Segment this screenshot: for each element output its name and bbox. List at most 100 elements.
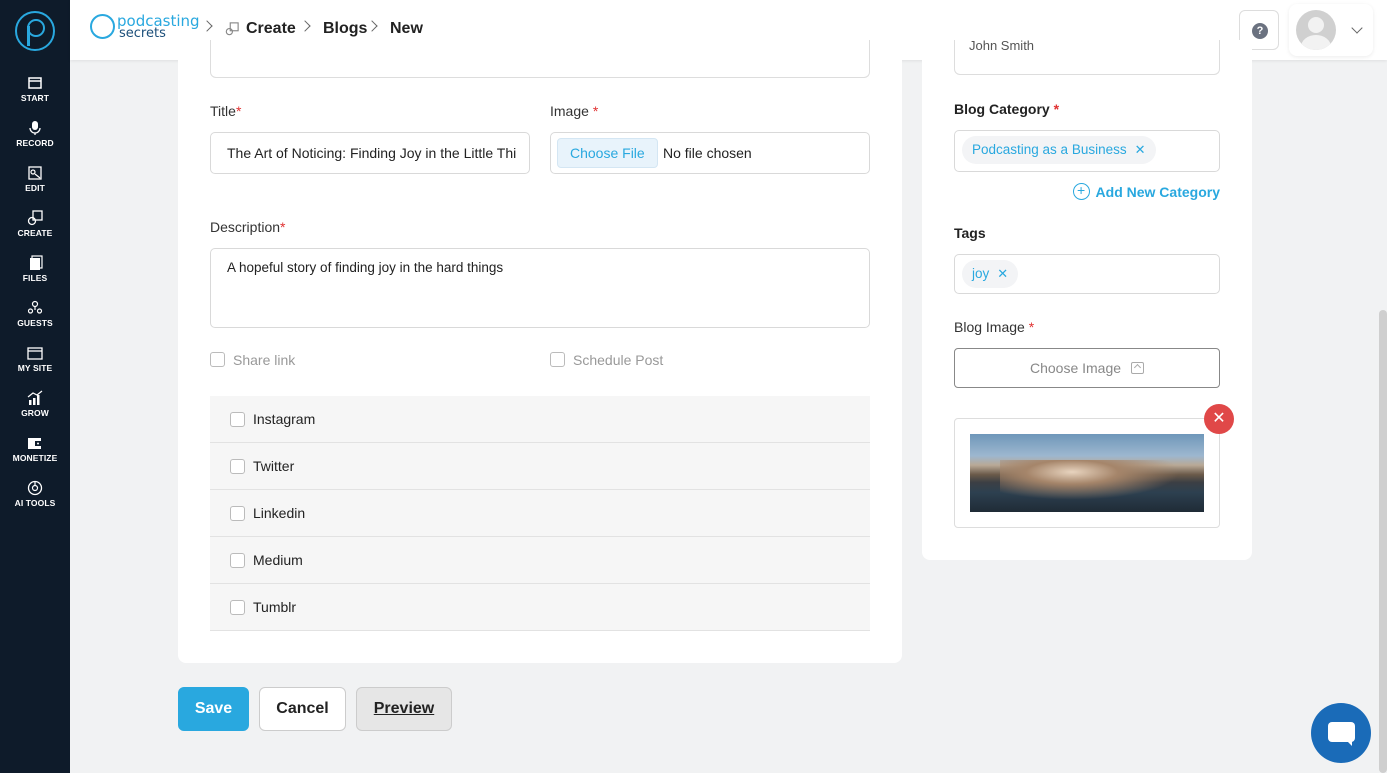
share-link-label: Share link bbox=[233, 352, 296, 368]
sidebar-item-label: CREATE bbox=[17, 228, 53, 238]
sidebar-item-monetize[interactable]: MONETIZE bbox=[0, 435, 70, 463]
mountain-landscape-image bbox=[970, 434, 1204, 512]
user-menu[interactable] bbox=[1289, 4, 1373, 56]
sidebar-item-label: FILES bbox=[22, 273, 48, 283]
chevron-right-icon bbox=[201, 20, 213, 32]
plus-circle-icon: + bbox=[1072, 183, 1090, 200]
close-icon: ✕ bbox=[1212, 410, 1226, 427]
social-label: Instagram bbox=[253, 411, 316, 427]
add-new-category-label: Add New Category bbox=[1095, 183, 1220, 200]
no-file-text: No file chosen bbox=[663, 145, 752, 161]
chevron-right-icon bbox=[366, 20, 378, 32]
social-label: Twitter bbox=[253, 458, 295, 474]
remove-tag-icon[interactable]: ✕ bbox=[997, 266, 1008, 281]
author-select[interactable]: John Smith bbox=[954, 40, 1220, 75]
ai-tools-icon bbox=[27, 480, 43, 496]
blog-category-select[interactable]: Podcasting as a Business ✕ bbox=[954, 130, 1220, 172]
title-label: Title* bbox=[210, 103, 242, 119]
author-value: John Smith bbox=[969, 40, 1035, 53]
medium-checkbox[interactable] bbox=[230, 553, 245, 568]
sidebar-item-edit[interactable]: EDIT bbox=[0, 165, 70, 193]
grow-icon bbox=[27, 390, 43, 405]
preview-button[interactable]: Preview bbox=[356, 687, 452, 731]
avatar bbox=[1296, 10, 1336, 50]
share-link-checkbox[interactable] bbox=[210, 352, 225, 367]
monetize-icon bbox=[28, 438, 42, 449]
app-logo-icon[interactable] bbox=[15, 11, 55, 51]
blog-image-label: Blog Image * bbox=[954, 319, 1035, 335]
sidebar-item-label: MY SITE bbox=[17, 363, 53, 373]
sidebar-item-label: GROW bbox=[21, 408, 49, 418]
social-row-instagram[interactable]: Instagram bbox=[210, 396, 870, 443]
blog-image-preview bbox=[954, 418, 1220, 528]
breadcrumb-create[interactable]: Create bbox=[246, 20, 296, 38]
files-icon bbox=[30, 255, 43, 270]
page-scrollbar[interactable] bbox=[1379, 310, 1387, 773]
schedule-post-label: Schedule Post bbox=[573, 352, 664, 368]
brand-mark-icon bbox=[90, 14, 115, 39]
save-button[interactable]: Save bbox=[178, 687, 249, 731]
social-label: Tumblr bbox=[253, 599, 297, 615]
sidebar-item-guests[interactable]: GUESTS bbox=[0, 300, 70, 328]
schedule-post-checkbox[interactable] bbox=[550, 352, 565, 367]
chevron-down-icon bbox=[1351, 22, 1363, 34]
sidebar-item-label: EDIT bbox=[25, 183, 45, 193]
my-site-icon bbox=[27, 347, 43, 360]
start-icon bbox=[28, 77, 42, 89]
social-row-medium[interactable]: Medium bbox=[210, 537, 870, 584]
upload-icon bbox=[1131, 362, 1145, 374]
create-icon bbox=[27, 210, 43, 226]
author-field[interactable] bbox=[210, 40, 870, 78]
choose-file-button[interactable]: Choose File bbox=[557, 138, 658, 168]
sidebar-item-files[interactable]: FILES bbox=[0, 255, 70, 283]
guests-icon bbox=[27, 300, 43, 314]
edit-icon bbox=[28, 166, 42, 180]
tags-input[interactable]: joy ✕ bbox=[954, 254, 1220, 294]
breadcrumb-new: New bbox=[390, 20, 423, 37]
sidebar: START RECORD EDIT CREATE FILES GUESTS MY… bbox=[0, 0, 70, 773]
help-icon: ? bbox=[1252, 23, 1268, 39]
description-textarea[interactable]: A hopeful story of finding joy in the ha… bbox=[210, 248, 870, 328]
blog-category-label: Blog Category * bbox=[954, 101, 1060, 117]
tags-label: Tags bbox=[954, 225, 986, 241]
instagram-checkbox[interactable] bbox=[230, 412, 245, 427]
twitter-checkbox[interactable] bbox=[230, 459, 245, 474]
chat-widget-button[interactable] bbox=[1311, 703, 1371, 763]
choose-image-button[interactable]: Choose Image bbox=[954, 348, 1220, 388]
sidebar-item-record[interactable]: RECORD bbox=[0, 120, 70, 148]
cancel-button[interactable]: Cancel bbox=[259, 687, 346, 731]
remove-image-button[interactable]: ✕ bbox=[1204, 404, 1234, 434]
brand-name-line2: secrets bbox=[119, 26, 166, 41]
blog-settings-panel: John Smith Blog Category * Podcasting as… bbox=[922, 40, 1252, 560]
linkedin-checkbox[interactable] bbox=[230, 506, 245, 521]
social-label: Medium bbox=[253, 552, 303, 568]
choose-image-label: Choose Image bbox=[1029, 360, 1122, 376]
chat-icon bbox=[1328, 722, 1355, 746]
description-label: Description* bbox=[210, 219, 286, 235]
category-chip: Podcasting as a Business ✕ bbox=[962, 136, 1156, 164]
social-row-tumblr[interactable]: Tumblr bbox=[210, 584, 870, 631]
sidebar-item-create[interactable]: CREATE bbox=[0, 210, 70, 238]
image-label: Image * bbox=[550, 103, 599, 119]
breadcrumb-blogs[interactable]: Blogs bbox=[323, 20, 367, 38]
add-new-category-link[interactable]: + Add New Category bbox=[1072, 183, 1220, 200]
sidebar-item-label: AI TOOLS bbox=[14, 498, 56, 508]
image-file-input[interactable]: Choose File No file chosen bbox=[550, 132, 870, 174]
sidebar-item-label: START bbox=[20, 93, 50, 103]
title-input[interactable]: The Art of Noticing: Finding Joy in the … bbox=[210, 132, 530, 174]
sidebar-item-grow[interactable]: GROW bbox=[0, 390, 70, 418]
tag-chip: joy ✕ bbox=[962, 260, 1019, 288]
blog-form-card: Title* The Art of Noticing: Finding Joy … bbox=[178, 40, 902, 663]
microphone-icon bbox=[29, 121, 41, 135]
remove-chip-icon[interactable]: ✕ bbox=[1135, 142, 1146, 157]
social-label: Linkedin bbox=[253, 505, 306, 521]
social-row-twitter[interactable]: Twitter bbox=[210, 443, 870, 490]
sidebar-item-start[interactable]: START bbox=[0, 75, 70, 103]
create-icon bbox=[225, 22, 239, 36]
sidebar-item-label: MONETIZE bbox=[12, 453, 58, 463]
chevron-right-icon bbox=[299, 20, 311, 32]
social-row-linkedin[interactable]: Linkedin bbox=[210, 490, 870, 537]
sidebar-item-my-site[interactable]: MY SITE bbox=[0, 345, 70, 373]
sidebar-item-ai-tools[interactable]: AI TOOLS bbox=[0, 480, 70, 508]
tumblr-checkbox[interactable] bbox=[230, 600, 245, 615]
